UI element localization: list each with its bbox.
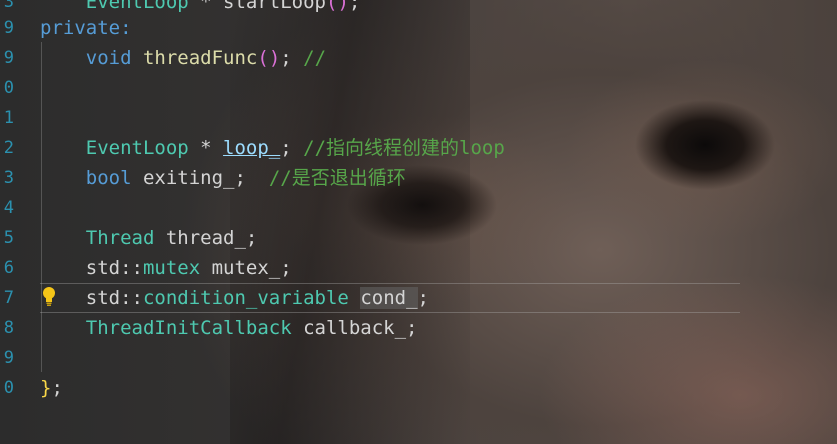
type-name: mutex	[142, 257, 201, 279]
type-name: EventLoop	[85, 137, 189, 159]
code-line[interactable]: };	[40, 373, 63, 403]
code-line[interactable]: void threadFunc(); //	[40, 43, 326, 73]
line-number: 9	[3, 18, 14, 38]
namespace: std::	[85, 287, 143, 309]
line-number: 7	[3, 288, 14, 308]
function-name: threadFunc	[131, 47, 258, 69]
identifier: exiting_;	[131, 167, 269, 189]
keyword: bool	[85, 167, 132, 189]
code-line[interactable]: ThreadInitCallback callback_;	[40, 313, 418, 343]
type-name: EventLoop	[85, 0, 189, 13]
colon: :	[120, 17, 132, 39]
code-line[interactable]: bool exiting_; //是否退出循环	[40, 163, 406, 193]
identifier: * startLoop	[188, 0, 326, 13]
type-name: condition_variable	[142, 287, 349, 309]
line-number: 8	[3, 318, 14, 338]
line-number-gutter: 3 9 9 0 1 2 3 4 5 6 7 8 9 0	[0, 0, 14, 444]
semicolon: ;	[51, 377, 63, 399]
semicolon: ;	[280, 47, 304, 69]
keyword: private	[40, 17, 121, 39]
line-number: 9	[3, 48, 14, 68]
member-variable[interactable]: loop_	[223, 137, 280, 159]
type-name: Thread	[85, 227, 155, 249]
lightbulb-icon[interactable]	[40, 285, 58, 307]
closing-brace: }	[40, 377, 52, 399]
line-number: 3	[3, 168, 14, 188]
line-number: 5	[3, 228, 14, 248]
comment: //	[303, 47, 327, 69]
line-number: 0	[3, 378, 14, 398]
code-line[interactable]: EventLoop * loop_; //指向线程创建的loop	[40, 133, 505, 163]
type-name: ThreadInitCallback	[85, 317, 292, 339]
selected-identifier[interactable]: cond_	[360, 287, 418, 309]
line-number: 0	[3, 78, 14, 98]
comment: //指向线程创建的loop	[303, 137, 505, 159]
line-number: 9	[3, 348, 14, 368]
operator: *	[188, 137, 224, 159]
namespace: std::	[85, 257, 143, 279]
identifier: callback_;	[291, 317, 418, 339]
code-line[interactable]: std::condition_variable cond_;	[40, 283, 429, 313]
comment: //是否退出循环	[268, 167, 406, 189]
keyword: void	[85, 47, 132, 69]
semicolon: ;	[280, 137, 304, 159]
parentheses: ()	[257, 47, 281, 69]
parentheses: ()	[326, 0, 349, 13]
code-line[interactable]: std::mutex mutex_;	[40, 253, 292, 283]
semicolon: ;	[417, 287, 429, 309]
identifier: mutex_;	[200, 257, 292, 279]
code-line[interactable]: Thread thread_;	[40, 223, 258, 253]
semicolon: ;	[348, 0, 361, 13]
code-line[interactable]: private:	[40, 13, 132, 43]
line-number: 6	[3, 258, 14, 278]
line-number: 1	[3, 108, 14, 128]
line-number: 4	[3, 198, 14, 218]
code-editor[interactable]: 3 9 9 0 1 2 3 4 5 6 7 8 9 0 EventLoop * …	[0, 0, 837, 444]
identifier: thread_;	[154, 227, 258, 249]
line-number: 2	[3, 138, 14, 158]
